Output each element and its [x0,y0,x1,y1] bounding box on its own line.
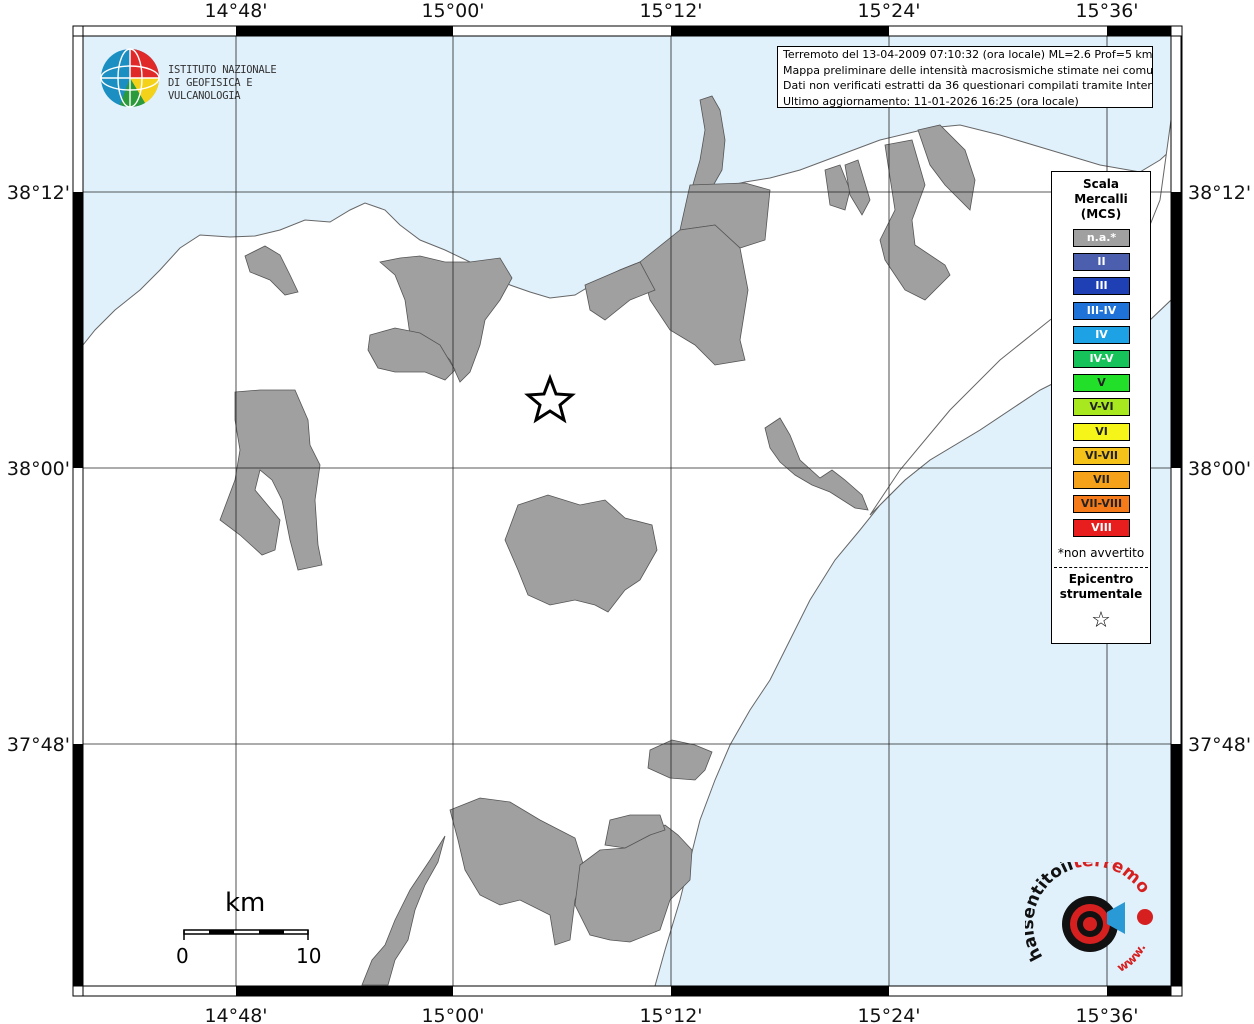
scale-bar-unit: km [225,888,266,918]
lon-tick: 15°00' [421,1005,484,1024]
lat-tick: 38°12' [7,182,70,204]
haisentito-www-text: www. [1115,941,1149,975]
legend-swatch: VII [1073,471,1130,489]
lat-tick: 38°00' [7,458,70,480]
event-line: Terremoto del 13-04-2009 07:10:32 (ora l… [783,48,1153,61]
lon-tick: 15°12' [639,0,702,22]
ingv-logo: ISTITUTO NAZIONALE DI GEOFISICA E VULCAN… [100,48,320,110]
legend-swatch: IV [1073,325,1130,344]
lon-tick: 15°36' [1075,1005,1138,1024]
legend-swatch: V-VI [1073,398,1130,417]
legend-swatch: VIII [1073,519,1130,538]
scale-bar-min: 0 [176,944,189,968]
ingv-line1: ISTITUTO NAZIONALE [168,64,277,76]
lat-labels-right: 38°12' 38°00' 37°48' [1188,182,1251,756]
legend-swatch: VII-VIII [1073,495,1130,514]
lon-tick: 15°36' [1075,0,1138,22]
legend-swatch: III [1073,277,1130,296]
legend-swatch: II [1073,253,1130,272]
lat-tick: 37°48' [1188,734,1251,756]
legend-star-icon: ☆ [1091,608,1111,633]
legend-swatch: VI [1073,422,1130,441]
legend-note: *non avvertito [1057,546,1145,560]
lat-tick: 37°48' [7,734,70,756]
ingv-line2: DI GEOFISICA E VULCANOLOGIA [168,77,253,102]
haisentito-logo: haisentitoilterremoto.it www. [1025,862,1154,975]
legend-epicenter-line: strumentale [1059,587,1143,601]
lon-tick: 15°00' [421,0,484,22]
legend-swatch: V [1073,374,1130,393]
legend-swatch: IV-V [1073,350,1130,368]
legend-title-line: Scala [1082,177,1120,191]
ingv-name: ISTITUTO NAZIONALE DI GEOFISICA E VULCAN… [168,64,320,103]
legend-epicenter-line: Epicentro [1068,572,1134,586]
legend-swatch: VI-VII [1073,446,1130,465]
lon-tick: 15°24' [857,0,920,22]
lon-tick: 15°12' [639,1005,702,1024]
lat-tick: 38°12' [1188,182,1251,204]
event-info-box: Terremoto del 13-04-2009 07:10:32 (ora l… [777,46,1153,108]
legend-swatch: III-IV [1073,301,1130,320]
lat-tick: 38°00' [1188,458,1251,480]
globe-icon [100,48,160,108]
last-update-line: Ultimo aggiornamento: 11-01-2026 16:25 (… [783,94,1079,108]
legend-title-line: Mercalli [1074,192,1128,206]
lon-labels-top: 14°48' 15°00' 15°12' 15°24' 15°36' [204,0,1138,22]
legend-divider [1054,567,1148,568]
legend-title-line: (MCS) [1080,207,1122,221]
lat-labels-left: 38°12' 38°00' 37°48' [7,182,70,756]
legend-title: Scala Mercalli (MCS) [1052,177,1150,222]
lon-tick: 15°24' [857,1005,920,1024]
intensity-legend: Scala Mercalli (MCS) n.a.* II III III-IV IV I… [1051,171,1151,644]
lon-tick: 14°48' [204,0,267,22]
legend-swatch: n.a.* [1073,229,1130,247]
lon-tick: 14°48' [204,1005,267,1024]
map-description-line: Mappa preliminare delle intensità macros… [783,63,1153,77]
scale-bar-max: 10 [296,944,322,968]
legend-epicenter-label: Epicentro strumentale [1052,572,1150,602]
lon-labels-bottom: 14°48' 15°00' 15°12' 15°24' 15°36' [204,1005,1138,1024]
data-source-line: Dati non verificati estratti da 36 quest… [783,79,1153,92]
